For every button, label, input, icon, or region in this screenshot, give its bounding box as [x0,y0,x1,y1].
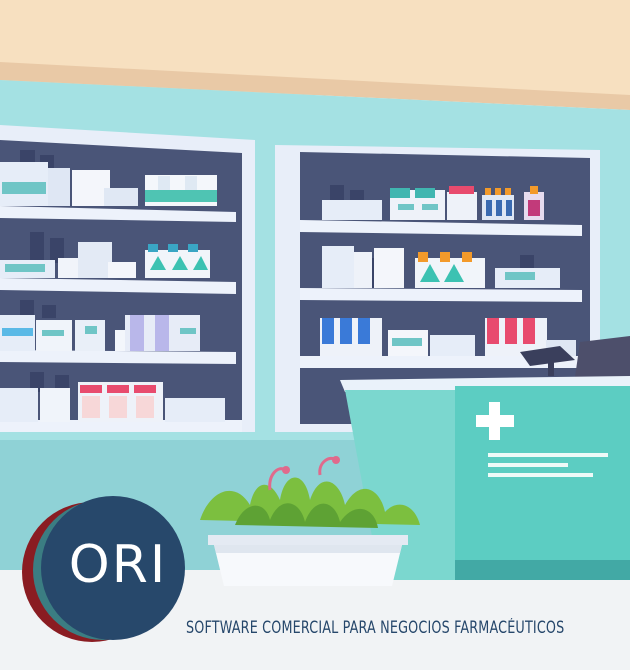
logo-text: ORI [68,535,168,595]
pharmacy-banner: ORI SOFTWARE COMERCIAL PARA NEGOCIOS FAR… [0,0,630,670]
shelf-unit-left [0,125,255,432]
tagline: SOFTWARE COMERCIAL PARA NEGOCIOS FARMACÉ… [186,618,565,637]
